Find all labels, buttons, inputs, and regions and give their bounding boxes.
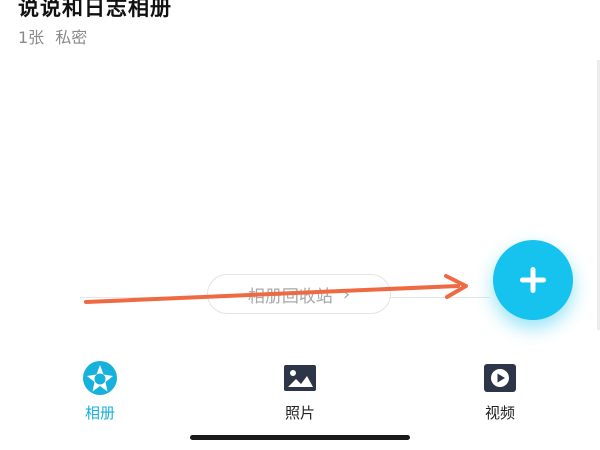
album-shutter-icon [83,361,117,395]
tab-photos-label: 照片 [284,404,315,422]
video-icon [484,364,516,392]
recycle-bin-button[interactable]: 相册回收站 › [207,274,391,314]
tab-videos-label: 视频 [484,404,515,422]
tab-photos[interactable]: 照片 [255,360,345,423]
tab-album-label: 相册 [84,404,115,422]
plus-icon [520,267,546,293]
album-privacy: 私密 [55,28,88,47]
bottom-tab-bar: 相册 照片 视频 [0,352,600,432]
add-button[interactable] [493,240,573,320]
album-title: 说说和日志相册 [18,0,172,20]
recycle-bin-label: 相册回收站 [247,286,333,307]
chevron-right-icon: › [342,283,351,305]
album-meta: 1张 私密 [18,24,93,48]
album-screen: 说说和日志相册 1张 私密 相册回收站 › 相册 照片 视频 [0,0,600,450]
album-photo-count: 1张 [18,28,45,47]
tab-videos[interactable]: 视频 [455,360,545,423]
tab-album[interactable]: 相册 [55,360,145,423]
photo-icon [284,365,316,391]
home-indicator[interactable] [190,435,410,440]
